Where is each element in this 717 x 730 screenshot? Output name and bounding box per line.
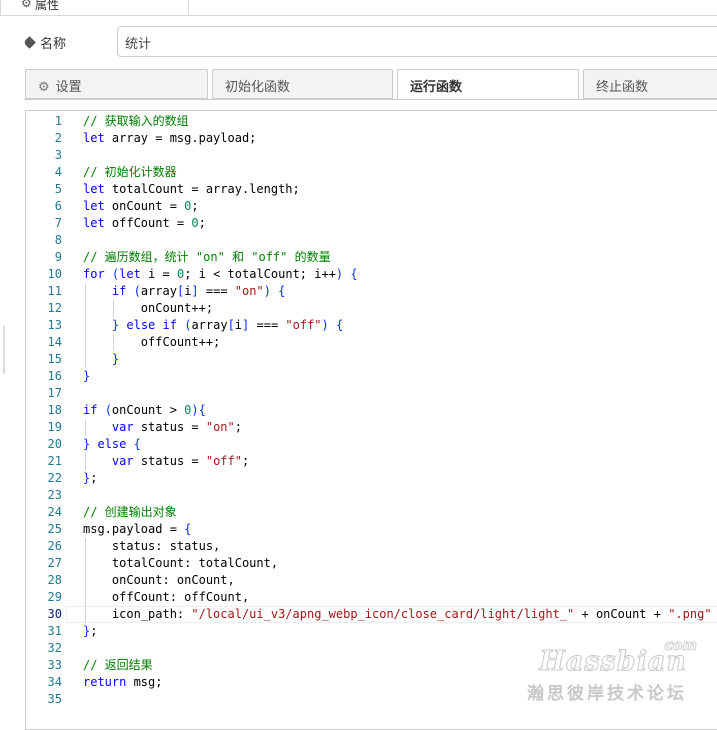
- line-number: 8: [54, 233, 62, 247]
- line-number: 12: [47, 301, 62, 315]
- line-number: 7: [54, 216, 62, 230]
- tabs-divider: [24, 99, 717, 100]
- line-number: 22: [47, 471, 62, 485]
- line-number: 10: [47, 267, 62, 281]
- code-line[interactable]: offCount: offCount,: [83, 589, 249, 606]
- watermark-suffix: com: [664, 638, 698, 655]
- code-line[interactable]: let offCount = 0;: [83, 215, 206, 232]
- code-line[interactable]: return msg;: [83, 674, 162, 691]
- code-line[interactable]: status: status,: [83, 538, 220, 555]
- watermark: Hassbian com 瀚思彼岸技术论坛: [527, 638, 697, 704]
- code-line[interactable]: }: [83, 368, 90, 385]
- line-number-gutter: 1 2 3 4 5 6 7 8 9 10 11 12 13 14 15 16 17 18 19 20 21 22 23 24 2…: [26, 111, 66, 729]
- code-line[interactable]: };: [83, 470, 97, 487]
- code-line[interactable]: }: [83, 351, 119, 368]
- line-number: 4: [54, 165, 62, 179]
- line-number: 16: [47, 369, 62, 383]
- code-line[interactable]: totalCount: totalCount,: [83, 555, 278, 572]
- tab-init-function-label: 初始化函数: [225, 79, 291, 94]
- line-number: 27: [47, 556, 62, 570]
- line-number: 18: [47, 403, 62, 417]
- line-number: 25: [47, 522, 62, 536]
- line-number: 31: [47, 624, 62, 638]
- line-number: 28: [47, 573, 62, 587]
- name-label-row: 名称: [23, 33, 67, 52]
- code-line[interactable]: var status = "on";: [83, 419, 242, 436]
- code-line[interactable]: // 初始化计数器: [83, 164, 177, 181]
- code-line[interactable]: onCount++;: [83, 300, 213, 317]
- tag-icon: [23, 36, 36, 49]
- code-line[interactable]: icon_path: "/local/ui_v3/apng_webp_icon/…: [83, 606, 712, 623]
- line-number: 11: [47, 284, 62, 298]
- line-number: 24: [47, 505, 62, 519]
- tab-stop-function[interactable]: 终止函数: [583, 69, 717, 99]
- code-line[interactable]: // 遍历数组，统计 "on" 和 "off" 的数量: [83, 249, 331, 266]
- line-number: 32: [47, 641, 62, 655]
- line-number: 35: [47, 692, 62, 706]
- tab-run-function-label: 运行函数: [410, 79, 463, 94]
- code-line[interactable]: } else if (array[i] === "off") {: [83, 317, 343, 334]
- line-number: 21: [47, 454, 62, 468]
- tab-settings[interactable]: ⚙ 设置: [25, 69, 208, 99]
- line-number: 6: [54, 199, 62, 213]
- line-number: 30: [47, 607, 62, 621]
- code-line[interactable]: msg.payload = {: [83, 521, 191, 538]
- tab-properties-label: 属性: [35, 0, 60, 12]
- code-line[interactable]: onCount: onCount,: [83, 572, 235, 589]
- line-number: 26: [47, 539, 62, 553]
- line-number: 34: [47, 675, 62, 689]
- line-number: 2: [54, 131, 62, 145]
- code-line[interactable]: offCount++;: [83, 334, 220, 351]
- line-number: 29: [47, 590, 62, 604]
- code-line[interactable]: if (onCount > 0){: [83, 402, 206, 419]
- code-line[interactable]: // 返回结果: [83, 657, 153, 674]
- line-number: 13: [47, 318, 62, 332]
- code-line[interactable]: for (let i = 0; i < totalCount; i++) {: [83, 266, 358, 283]
- name-input[interactable]: 统计: [117, 26, 717, 57]
- line-number: 20: [47, 437, 62, 451]
- line-number: 9: [54, 250, 62, 264]
- code-line[interactable]: let onCount = 0;: [83, 198, 199, 215]
- resize-handle[interactable]: [3, 326, 5, 374]
- line-number: 1: [54, 114, 62, 128]
- line-number: 23: [47, 488, 62, 502]
- code-editor[interactable]: 1 2 3 4 5 6 7 8 9 10 11 12 13 14 15 16 17 18 19 20 21 22 23 24 2…: [25, 110, 717, 730]
- line-number: 15: [47, 352, 62, 366]
- tab-init-function[interactable]: 初始化函数: [212, 69, 393, 99]
- code-line[interactable]: // 创建输出对象: [83, 504, 177, 521]
- watermark-subtitle: 瀚思彼岸技术论坛: [527, 684, 687, 703]
- code-line[interactable]: };: [83, 623, 97, 640]
- name-label: 名称: [40, 36, 67, 51]
- code-line[interactable]: if (array[i] === "on") {: [83, 283, 285, 300]
- code-line[interactable]: } else {: [83, 436, 141, 453]
- line-number: 3: [54, 148, 62, 162]
- line-number: 17: [47, 386, 62, 400]
- gear-icon: ⚙: [21, 0, 32, 10]
- tab-settings-label: 设置: [55, 79, 82, 94]
- gear-icon: ⚙: [38, 79, 50, 94]
- code-line[interactable]: var status = "off";: [83, 453, 249, 470]
- line-number: 19: [47, 420, 62, 434]
- tab-properties[interactable]: ⚙ 属性: [0, 0, 189, 16]
- divider: [189, 15, 717, 16]
- line-number: 33: [47, 658, 62, 672]
- code-line[interactable]: // 获取输入的数组: [83, 113, 189, 130]
- code-line[interactable]: let array = msg.payload;: [83, 130, 256, 147]
- line-number: 5: [54, 182, 62, 196]
- tab-stop-function-label: 终止函数: [596, 79, 649, 94]
- line-number: 14: [47, 335, 62, 349]
- code-line[interactable]: let totalCount = array.length;: [83, 181, 300, 198]
- tab-run-function[interactable]: 运行函数: [397, 69, 579, 100]
